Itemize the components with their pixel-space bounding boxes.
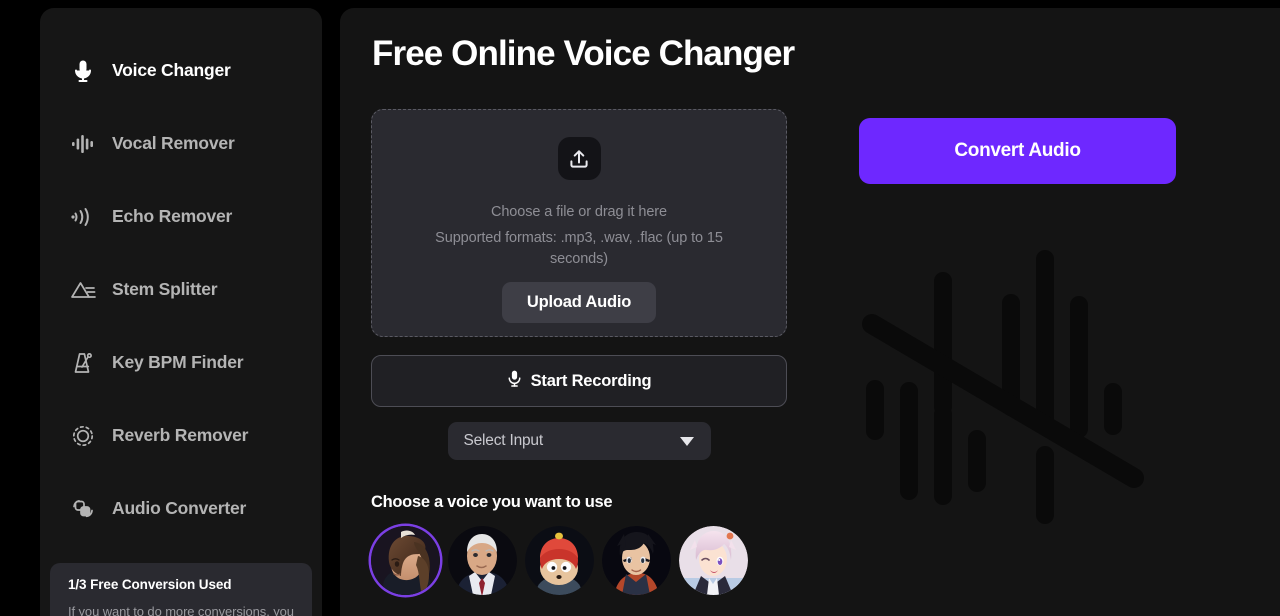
sidebar-item-voice-changer[interactable]: Voice Changer	[40, 34, 322, 107]
file-dropzone[interactable]: Choose a file or drag it here Supported …	[371, 109, 787, 337]
quota-title: 1/3 Free Conversion Used	[68, 577, 232, 592]
main-panel: Free Online Voice Changer Choose a file …	[340, 8, 1280, 616]
voice-avatar-list	[371, 526, 787, 595]
avatar	[371, 526, 440, 595]
dropzone-primary-text: Choose a file or drag it here	[490, 204, 668, 220]
avatar	[679, 526, 748, 595]
sidebar-item-vocal-remover[interactable]: Vocal Remover	[40, 107, 322, 180]
voice-avatar-cartman[interactable]	[525, 526, 594, 595]
voice-section-heading: Choose a voice you want to use	[371, 493, 613, 511]
microphone-icon	[507, 369, 522, 393]
voice-avatar-female[interactable]	[371, 526, 440, 595]
select-input[interactable]: Select Input	[447, 422, 711, 460]
avatar	[602, 526, 671, 595]
sidebar-item-reverb-remover[interactable]: Reverb Remover	[40, 399, 322, 472]
chevron-down-icon	[679, 436, 694, 446]
voice-changer-app: Voice Changer Vocal Remover Echo Remover…	[0, 0, 1280, 616]
sidebar-item-stem-splitter[interactable]: Stem Splitter	[40, 253, 322, 326]
sidebar-item-label: Voice Changer	[112, 60, 231, 80]
voice-avatar-anime-boy[interactable]	[602, 526, 671, 595]
microphone-icon	[70, 58, 96, 84]
avatar	[448, 526, 517, 595]
voice-avatar-biden[interactable]	[448, 526, 517, 595]
sidebar-item-key-bpm-finder[interactable]: Key BPM Finder	[40, 326, 322, 399]
metronome-icon	[70, 350, 96, 376]
quota-description-text: If you want to do more conversions, you …	[68, 604, 294, 616]
stem-split-icon	[70, 277, 96, 303]
sidebar-item-label: Key BPM Finder	[112, 352, 244, 372]
sidebar-item-echo-remover[interactable]: Echo Remover	[40, 180, 322, 253]
convert-shapes-icon	[70, 496, 96, 522]
sidebar-item-label: Reverb Remover	[112, 425, 249, 445]
sidebar-item-label: Vocal Remover	[112, 133, 235, 153]
waveform-bars-artwork	[862, 250, 1172, 540]
avatar	[525, 526, 594, 595]
sidebar-item-label: Echo Remover	[112, 206, 233, 226]
select-input-wrapper: Select Input	[371, 422, 787, 460]
audio-bars-icon	[70, 131, 96, 157]
select-input-value: Select Input	[463, 432, 544, 449]
upload-tray-icon	[557, 137, 601, 180]
convert-audio-button[interactable]: Convert Audio	[859, 118, 1176, 184]
sidebar-item-label: Audio Converter	[112, 498, 247, 518]
reverb-ripple-icon	[70, 423, 96, 449]
quota-description: If you want to do more conversions, you …	[68, 601, 294, 616]
voice-avatar-anime-girl[interactable]	[679, 526, 748, 595]
start-recording-button[interactable]: Start Recording	[371, 355, 787, 407]
sidebar-nav: Voice Changer Vocal Remover Echo Remover…	[40, 8, 322, 545]
start-recording-label: Start Recording	[530, 371, 652, 390]
sidebar-item-audio-converter[interactable]: Audio Converter	[40, 472, 322, 545]
sidebar-item-label: Stem Splitter	[112, 279, 218, 299]
sound-waves-icon	[70, 204, 96, 230]
page-title: Free Online Voice Changer	[372, 34, 795, 73]
free-conversion-card: 1/3 Free Conversion Used If you want to …	[50, 563, 312, 616]
controls-column: Choose a file or drag it here Supported …	[371, 109, 787, 595]
dropzone-formats-text: Supported formats: .mp3, .wav, .flac (up…	[435, 230, 723, 267]
sidebar: Voice Changer Vocal Remover Echo Remover…	[40, 8, 322, 616]
upload-audio-button[interactable]: Upload Audio	[501, 282, 657, 324]
